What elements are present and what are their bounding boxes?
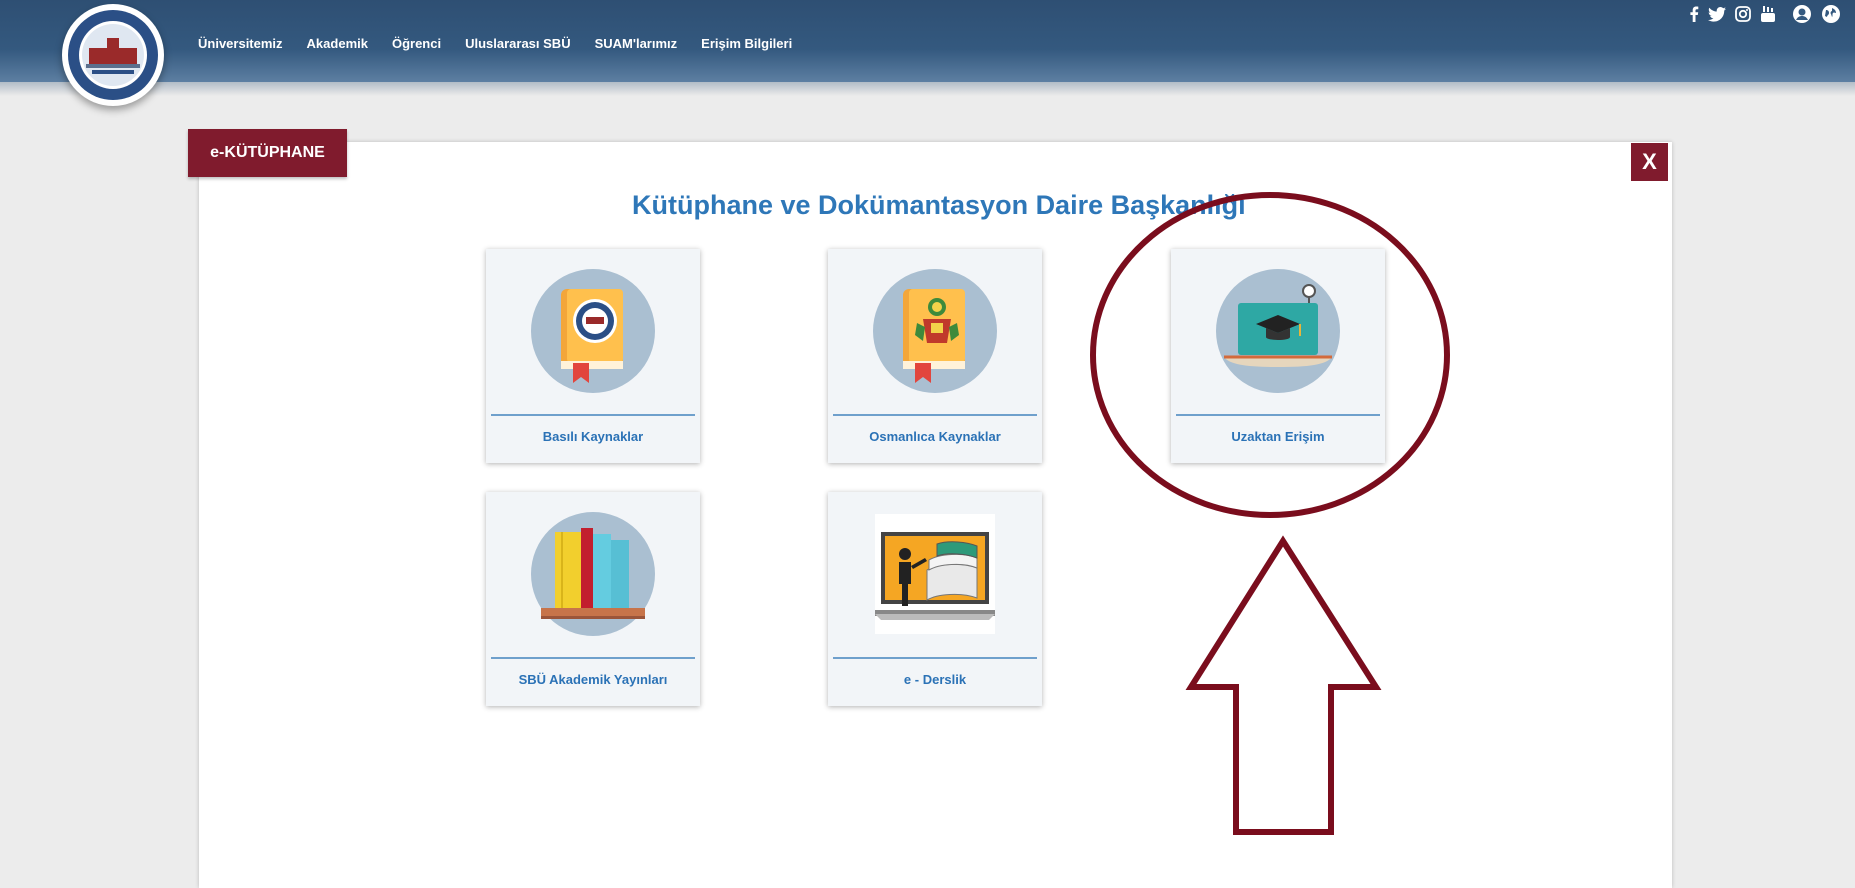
social-icons bbox=[1680, 4, 1841, 29]
nav-item-suamlarimiz[interactable]: SUAM'larımız bbox=[595, 36, 678, 51]
card-divider bbox=[1176, 414, 1380, 416]
top-bar-shadow bbox=[0, 82, 1855, 96]
e-classroom-icon bbox=[871, 510, 999, 638]
globe-icon[interactable] bbox=[1821, 4, 1841, 29]
nav-item-uluslararasi-sbu[interactable]: Uluslararası SBÜ bbox=[465, 36, 571, 51]
card-label: SBÜ Akademik Yayınları bbox=[518, 672, 668, 687]
card-divider bbox=[491, 657, 695, 659]
card-label: Osmanlıca Kaynaklar bbox=[869, 429, 1001, 444]
main-navigation: Üniversitemiz Akademik Öğrenci Uluslarar… bbox=[198, 36, 816, 51]
card-osmanlica-kaynaklar[interactable]: Osmanlıca Kaynaklar bbox=[828, 249, 1042, 463]
user-icon[interactable] bbox=[1792, 4, 1812, 29]
card-label: Basılı Kaynaklar bbox=[542, 429, 644, 444]
e-library-tab: e-KÜTÜPHANE bbox=[188, 129, 347, 177]
card-divider bbox=[833, 414, 1037, 416]
nav-item-universitemiz[interactable]: Üniversitemiz bbox=[198, 36, 283, 51]
nav-item-erisim-bilgileri[interactable]: Erişim Bilgileri bbox=[701, 36, 792, 51]
card-e-derslik[interactable]: e - Derslik bbox=[828, 492, 1042, 706]
card-divider bbox=[491, 414, 695, 416]
printed-book-icon bbox=[529, 267, 657, 395]
nav-item-akademik[interactable]: Akademik bbox=[307, 36, 368, 51]
modal-title: Kütüphane ve Dokümantasyon Daire Başkanl… bbox=[632, 190, 1246, 220]
bookshelf-icon bbox=[529, 510, 657, 638]
card-label: e - Derslik bbox=[903, 672, 967, 687]
card-divider bbox=[833, 657, 1037, 659]
facebook-icon[interactable] bbox=[1689, 6, 1699, 27]
card-sbu-akademik-yayinlari[interactable]: SBÜ Akademik Yayınları bbox=[486, 492, 700, 706]
remote-access-icon bbox=[1214, 267, 1342, 395]
youtube-icon[interactable] bbox=[1760, 5, 1776, 28]
card-label: Uzaktan Erişim bbox=[1231, 429, 1325, 444]
instagram-icon[interactable] bbox=[1735, 6, 1751, 27]
nav-item-ogrenci[interactable]: Öğrenci bbox=[392, 36, 441, 51]
card-uzaktan-erisim[interactable]: Uzaktan Erişim bbox=[1171, 249, 1385, 463]
twitter-icon[interactable] bbox=[1708, 6, 1726, 27]
ottoman-book-icon bbox=[871, 267, 999, 395]
card-basili-kaynaklar[interactable]: Basılı Kaynaklar bbox=[486, 249, 700, 463]
university-logo[interactable] bbox=[62, 4, 164, 106]
close-button[interactable]: X bbox=[1631, 143, 1668, 181]
